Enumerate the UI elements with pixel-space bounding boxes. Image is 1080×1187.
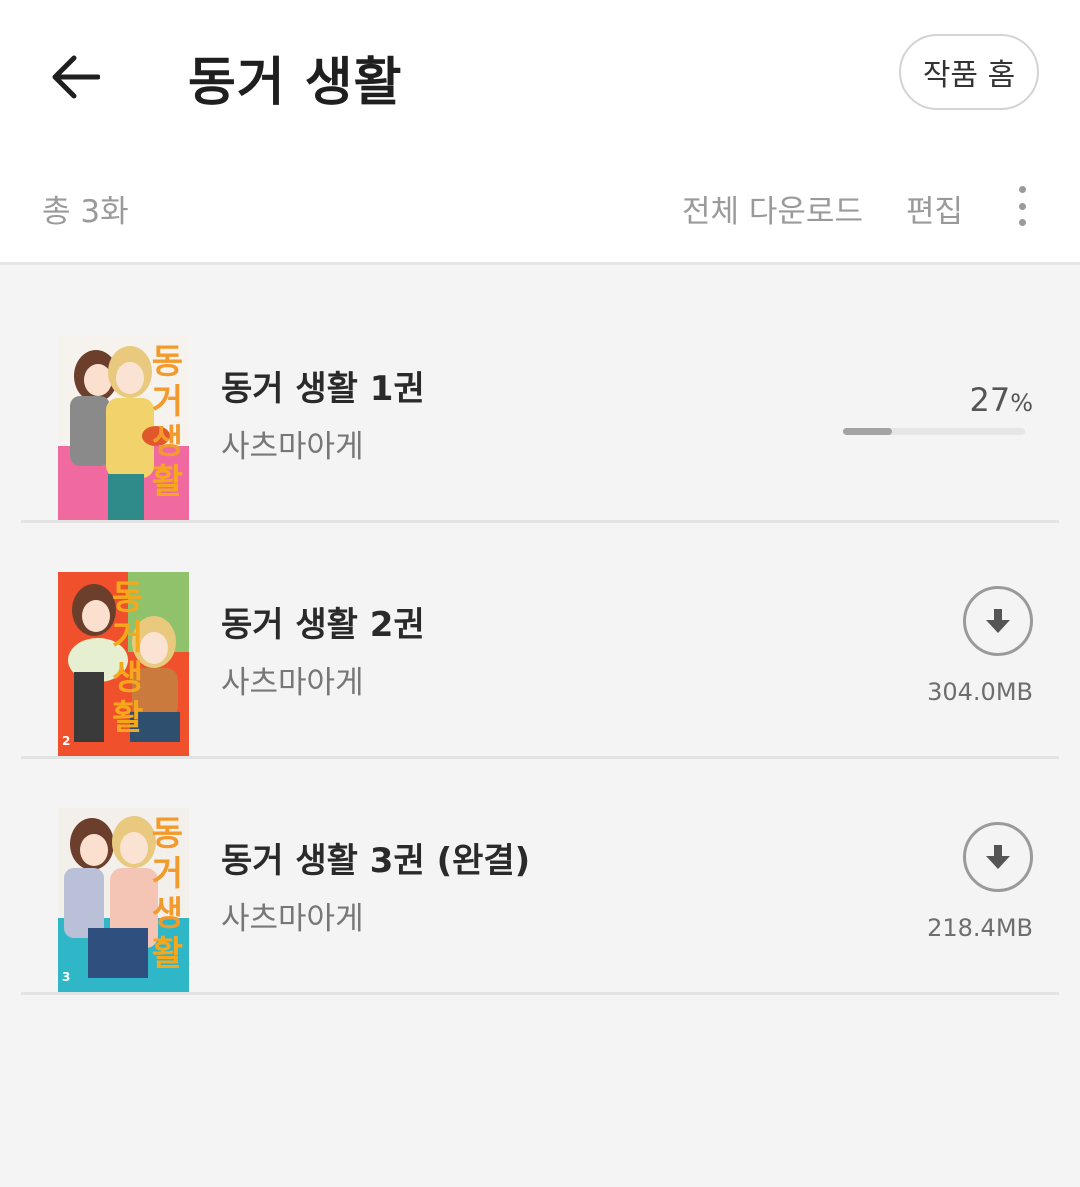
volume-list-item[interactable]: 동거생활 2 동거 생활 2권 사츠마아게 304.0MB bbox=[21, 523, 1059, 759]
item-title: 동거 생활 1권 bbox=[221, 369, 425, 409]
cover-title-chars: 동거생활 bbox=[151, 342, 183, 502]
download-progress-bar bbox=[843, 428, 1025, 435]
download-icon bbox=[986, 845, 1010, 869]
file-size: 218.4MB bbox=[927, 914, 1033, 942]
volume-list-item[interactable]: 동거생활 동거 생활 1권 사츠마아게 27% bbox=[21, 287, 1059, 523]
item-author: 사츠마아게 bbox=[221, 901, 364, 937]
more-vertical-icon[interactable] bbox=[1004, 182, 1040, 230]
download-button[interactable] bbox=[963, 586, 1033, 656]
arrow-left-icon bbox=[52, 55, 100, 99]
cover-title-chars: 동거생활 bbox=[151, 814, 183, 974]
item-author: 사츠마아게 bbox=[221, 429, 364, 465]
download-progress-fill bbox=[843, 428, 893, 435]
cover-image-vol1: 동거생활 bbox=[58, 336, 189, 520]
cover-image-vol2: 동거생활 2 bbox=[58, 572, 189, 756]
top-app-bar: 동거 생활 작품 홈 총 3화 전체 다운로드 편집 bbox=[0, 0, 1080, 265]
edit-button[interactable]: 편집 bbox=[906, 186, 963, 231]
cover-volume-number: 2 bbox=[62, 734, 71, 748]
download-icon bbox=[986, 609, 1010, 633]
file-size: 304.0MB bbox=[927, 678, 1033, 706]
cover-volume-number: 3 bbox=[62, 970, 71, 984]
volume-list-item[interactable]: 동거생활 3 동거 생활 3권 (완결) 사츠마아게 218.4MB bbox=[21, 759, 1059, 995]
series-home-button[interactable]: 작품 홈 bbox=[899, 34, 1039, 110]
cover-image-vol3: 동거생활 3 bbox=[58, 808, 189, 992]
item-title: 동거 생활 3권 (완결) bbox=[221, 841, 531, 881]
back-button[interactable] bbox=[46, 48, 104, 106]
item-author: 사츠마아게 bbox=[221, 665, 364, 701]
download-percent: 27% bbox=[969, 381, 1033, 419]
item-title: 동거 생활 2권 bbox=[221, 605, 425, 645]
download-all-button[interactable]: 전체 다운로드 bbox=[682, 186, 863, 231]
download-button[interactable] bbox=[963, 822, 1033, 892]
page-title: 동거 생활 bbox=[188, 53, 403, 113]
episode-count: 총 3화 bbox=[42, 194, 129, 230]
cover-title-chars: 동거생활 bbox=[112, 578, 144, 738]
